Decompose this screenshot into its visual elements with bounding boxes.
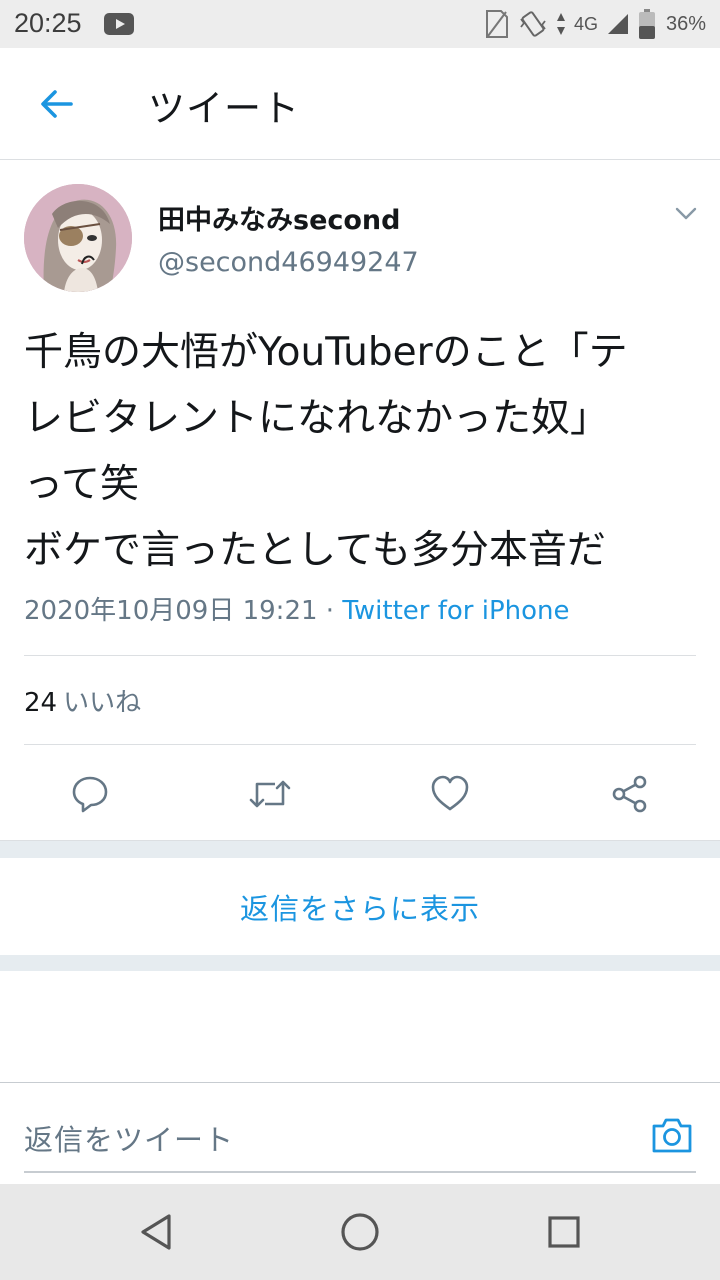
circle-home-icon <box>341 1213 379 1251</box>
data-arrows-icon <box>556 13 565 35</box>
avatar-illustration <box>24 184 132 292</box>
divider <box>24 744 696 745</box>
tweet-text: 千鳥の大悟がYouTuberのこと「テ レビタレントになれなかった奴」 って笑 … <box>24 320 696 584</box>
network-type: 4G <box>573 13 598 34</box>
reply-input[interactable]: 返信をツイート <box>24 1117 234 1159</box>
heart-icon <box>431 775 469 811</box>
back-button[interactable] <box>30 78 82 130</box>
tweet-source-link[interactable]: Twitter for iPhone <box>342 596 569 626</box>
like-button[interactable] <box>426 770 474 818</box>
page-title: ツイート <box>148 87 300 130</box>
share-button[interactable] <box>606 770 654 818</box>
meta-separator: · <box>317 596 343 626</box>
camera-icon <box>652 1118 692 1153</box>
nav-back-button[interactable] <box>132 1208 180 1256</box>
reply-input-underline <box>24 1171 696 1173</box>
chevron-down-icon <box>675 207 697 220</box>
likes-count: 24 <box>24 688 58 718</box>
tweet-actions <box>0 760 720 826</box>
show-more-replies-button[interactable]: 返信をさらに表示 <box>0 858 720 955</box>
tweet-text-line: って笑 <box>24 462 140 507</box>
reply-button[interactable] <box>66 770 114 818</box>
vibrate-icon <box>520 11 546 37</box>
nav-home-button[interactable] <box>336 1208 384 1256</box>
tweet-text-line: ボケで言ったとしても多分本音だ <box>24 528 606 573</box>
tweet-menu-button[interactable] <box>668 200 704 228</box>
share-icon <box>612 775 647 813</box>
no-sim-icon <box>485 10 508 38</box>
camera-button[interactable] <box>650 1113 694 1157</box>
back-arrow-icon <box>41 90 73 118</box>
tweet-meta: 2020年10月09日 19:21 · Twitter for iPhone <box>24 590 570 627</box>
author-name[interactable]: 田中みなみsecond <box>158 198 401 237</box>
section-gap <box>0 955 720 971</box>
status-bar: 20:25 4G 36% <box>0 0 720 48</box>
youtube-notification-icon <box>104 13 134 35</box>
tweet-text-line: 千鳥の大悟がYouTuberのこと「テ <box>24 330 628 375</box>
likes-label: いいね <box>63 688 142 718</box>
battery-percent: 36% <box>665 12 706 35</box>
divider <box>24 655 696 656</box>
navigation-bar <box>0 1184 720 1280</box>
section-gap <box>0 840 720 858</box>
reply-icon <box>72 776 108 813</box>
status-icons: 4G 36% <box>484 6 706 42</box>
status-time: 20:25 <box>14 8 82 38</box>
tweet-text-line: レビタレントになれなかった奴」 <box>24 396 610 441</box>
retweet-button[interactable] <box>246 770 294 818</box>
nav-recents-button[interactable] <box>540 1208 588 1256</box>
likes-summary[interactable]: 24 いいね <box>24 682 141 719</box>
avatar[interactable] <box>24 184 132 292</box>
author-handle[interactable]: @second46949247 <box>158 247 419 278</box>
reply-bar: 返信をツイート <box>0 1082 720 1184</box>
app-header: ツイート <box>0 48 720 160</box>
triangle-back-icon <box>141 1214 171 1250</box>
signal-icon <box>607 14 628 34</box>
tweet-timestamp: 2020年10月09日 19:21 <box>24 596 318 626</box>
battery-icon <box>638 9 655 39</box>
retweet-icon <box>249 780 291 808</box>
square-recents-icon <box>548 1216 580 1248</box>
